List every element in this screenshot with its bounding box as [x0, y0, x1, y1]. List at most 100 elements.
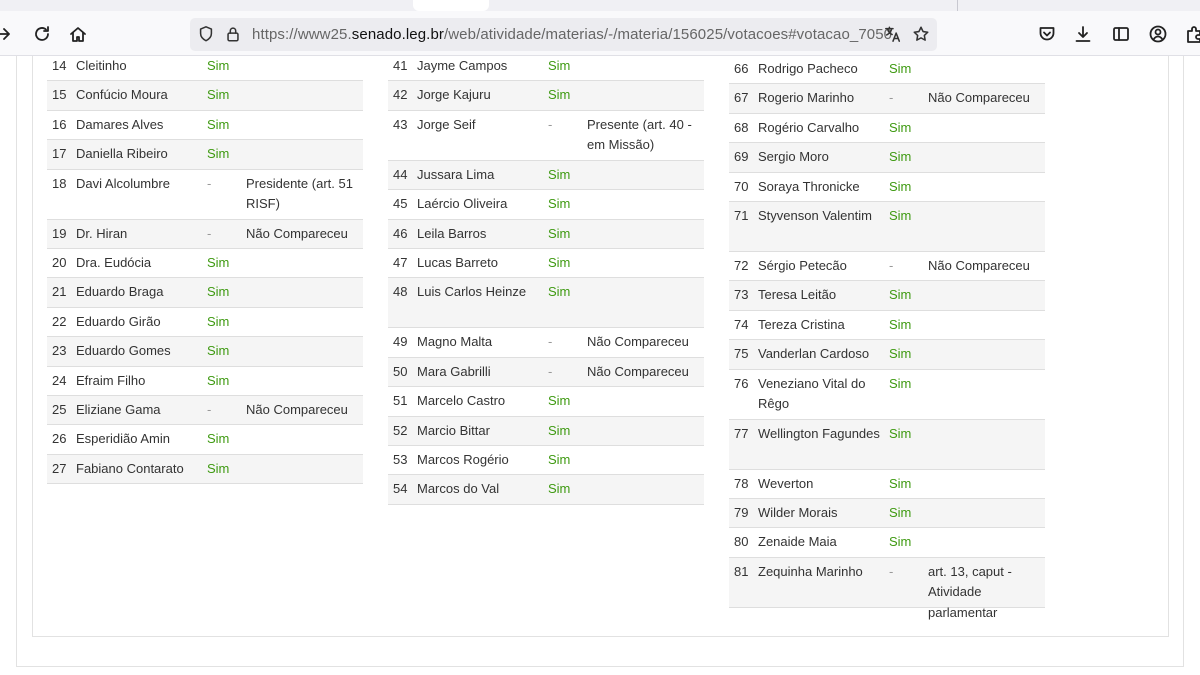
vote-value: Sim	[889, 534, 912, 550]
vote-note: art. 13, caput - Atividade parlamentar	[928, 563, 1012, 620]
senator-number: 76	[734, 375, 749, 391]
reload-icon[interactable]	[28, 20, 56, 48]
download-icon[interactable]	[1069, 20, 1097, 48]
senator-name: Marcos do Val	[417, 481, 500, 497]
table-row: 52 Marcio Bittar Sim	[388, 416, 704, 446]
senator-number: 18	[52, 175, 67, 191]
url-text[interactable]: https://www25.senado.leg.br/web/atividad…	[252, 26, 892, 43]
vote-value: Sim	[207, 372, 230, 388]
senator-number: 75	[734, 346, 749, 362]
senator-name: Vanderlan Cardoso	[758, 346, 870, 362]
senator-number: 47	[393, 254, 408, 270]
shield-icon[interactable]	[196, 24, 216, 44]
senator-number: 46	[393, 225, 408, 241]
vote-value: -	[889, 90, 894, 106]
vote-value: Sim	[889, 316, 912, 332]
vote-value: Sim	[207, 87, 230, 103]
senator-name: Sergio Moro	[758, 149, 829, 165]
table-row: 15 Confúcio Moura Sim	[47, 81, 363, 111]
translate-icon[interactable]	[883, 24, 903, 44]
senator-name: Sérgio Petecão	[758, 257, 847, 273]
table-row: 51 Marcelo Castro Sim	[388, 387, 704, 417]
senator-number: 42	[393, 87, 408, 103]
extensions-icon[interactable]	[1180, 20, 1200, 48]
table-row: 78 Weverton Sim	[729, 470, 1045, 499]
bookmark-star-icon[interactable]	[911, 24, 931, 44]
table-row: 48 Luis Carlos Heinze Sim	[388, 278, 704, 329]
vote-value: Sim	[548, 481, 571, 497]
senator-number: 48	[393, 284, 408, 300]
senator-name: Cleitinho	[76, 58, 127, 73]
senator-number: 24	[52, 372, 67, 388]
table-row: 73 Teresa Leitão Sim	[729, 281, 1045, 311]
senator-name: Dr. Hiran	[76, 225, 128, 241]
table-row: 72 Sérgio Petecão - Não Compareceu	[729, 252, 1045, 282]
vote-note: Não Compareceu	[587, 363, 689, 379]
vote-value: Sim	[889, 504, 912, 520]
senator-number: 22	[52, 313, 67, 329]
vote-value: Sim	[889, 149, 912, 165]
active-tab[interactable]	[413, 0, 489, 11]
senator-number: 21	[52, 284, 67, 300]
vote-value: Sim	[548, 254, 571, 270]
vote-value: Sim	[548, 225, 571, 241]
senator-number: 67	[734, 90, 749, 106]
senator-name: Rogério Carvalho	[758, 119, 860, 135]
table-row: 43 Jorge Seif - Presente (art. 40 - em Miss…	[388, 111, 704, 161]
table-row: 74 Tereza Cristina Sim	[729, 311, 1045, 341]
table-row: 21 Eduardo Braga Sim	[47, 278, 363, 308]
senator-name: Weverton	[758, 475, 814, 491]
senator-name: Daniella Ribeiro	[76, 146, 168, 162]
table-row: 46 Leila Barros Sim	[388, 219, 704, 249]
vote-note: Não Compareceu	[246, 401, 348, 417]
table-row: 44 Jussara Lima Sim	[388, 160, 704, 191]
vote-value: Sim	[207, 460, 230, 476]
senator-number: 74	[734, 316, 749, 332]
pocket-icon[interactable]	[1033, 20, 1061, 48]
table-row: 45 Laércio Oliveira Sim	[388, 190, 704, 220]
table-row: 23 Eduardo Gomes Sim	[47, 337, 363, 367]
senator-name: Eliziane Gama	[76, 401, 161, 417]
vote-value: Sim	[889, 287, 912, 303]
vote-value: Sim	[889, 425, 912, 441]
senator-name: Tereza Cristina	[758, 316, 845, 332]
senator-name: Laércio Oliveira	[417, 196, 508, 212]
senator-name: Magno Malta	[417, 334, 493, 350]
table-row: 24 Efraim Filho Sim	[47, 367, 363, 396]
senator-number: 20	[52, 254, 67, 270]
senator-name: Jussara Lima	[417, 166, 495, 182]
senator-name: Marcelo Castro	[417, 393, 506, 409]
vote-note: Presente (art. 40 - em Missão)	[587, 116, 692, 153]
senator-number: 15	[52, 87, 67, 103]
account-icon[interactable]	[1144, 20, 1172, 48]
home-icon[interactable]	[64, 20, 92, 48]
senator-number: 41	[393, 58, 408, 73]
table-row: 77 Wellington Fagundes Sim	[729, 419, 1045, 470]
senator-number: 26	[52, 431, 67, 447]
tab-divider	[957, 0, 958, 11]
senator-number: 49	[393, 334, 408, 350]
senator-name: Wellington Fagundes	[758, 425, 880, 441]
senator-name: Davi Alcolumbre	[76, 175, 170, 191]
senator-number: 80	[734, 534, 749, 550]
table-row: 14 Cleitinho Sim	[47, 52, 363, 82]
vote-value: Sim	[207, 431, 230, 447]
vote-value: -	[889, 257, 894, 273]
table-row: 49 Magno Malta - Não Compareceu	[388, 328, 704, 358]
table-row: 53 Marcos Rogério Sim	[388, 446, 704, 476]
senator-number: 45	[393, 196, 408, 212]
senator-name: Mara Gabrilli	[417, 363, 491, 379]
votes-column-2: 41 Jayme Campos Sim 42 Jorge Kajuru Sim 43 Jorg…	[388, 52, 704, 505]
vote-value: Sim	[207, 343, 230, 359]
vote-value: Sim	[889, 61, 912, 76]
senator-name: Luis Carlos Heinze	[417, 284, 527, 300]
address-bar[interactable]: https://www25.senado.leg.br/web/atividad…	[190, 18, 937, 51]
senator-number: 79	[734, 504, 749, 520]
forward-icon[interactable]	[0, 20, 16, 48]
sidebar-icon[interactable]	[1107, 20, 1135, 48]
senator-number: 81	[734, 563, 749, 579]
table-row: 16 Damares Alves Sim	[47, 111, 363, 141]
vote-value: -	[889, 563, 894, 579]
table-row: 50 Mara Gabrilli - Não Compareceu	[388, 357, 704, 388]
lock-icon[interactable]	[223, 24, 243, 44]
